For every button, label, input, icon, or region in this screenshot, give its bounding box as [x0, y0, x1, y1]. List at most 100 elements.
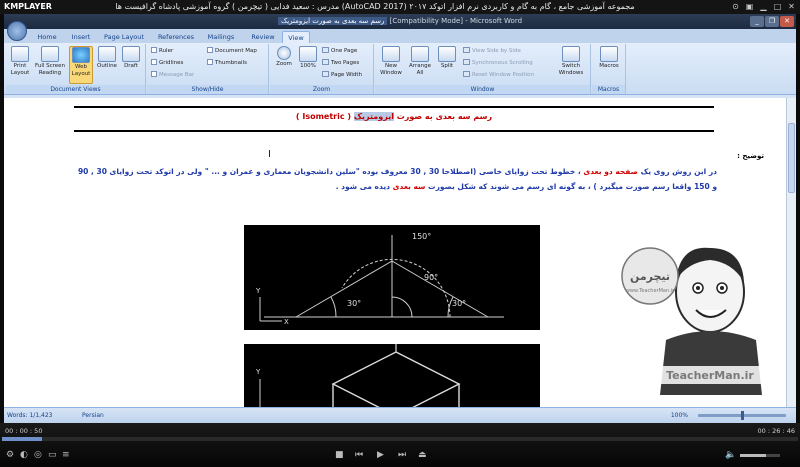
office-button[interactable] [7, 21, 27, 41]
language-indicator[interactable]: Persian [82, 408, 104, 423]
document-map-label: Document Map [215, 48, 257, 54]
volume-icon[interactable]: 🔈 [725, 448, 736, 462]
player-controls: 00 : 00 : 50 00 : 26 : 46 ⚙ ◐ ◎ ▭ ≡ ■ ⏮ … [0, 423, 800, 467]
group-label: Macros [592, 85, 625, 94]
player-logo[interactable]: KMPLAYER [4, 0, 52, 14]
cad-cube-svg: Y [255, 324, 461, 423]
synchronous-scrolling-label: Synchronous Scrolling [472, 60, 533, 66]
full-screen-reading-button[interactable]: Full Screen Reading [34, 46, 66, 77]
split-button[interactable]: Split [436, 46, 458, 70]
playlist-icon[interactable]: ≡ [62, 448, 70, 462]
group-macros: Macros Macros [592, 44, 626, 94]
new-window-button[interactable]: New Window [378, 46, 404, 77]
tab-home[interactable]: Home [32, 31, 62, 43]
zoom-level[interactable]: 100% [671, 408, 688, 423]
zoom-label: Zoom [276, 61, 292, 67]
para-segment-a: در این روش روی یک [640, 167, 717, 176]
view-side-by-side-button[interactable]: View Side by Side [463, 47, 521, 56]
document-page[interactable]: رسم سه بعدی به صورت ایزومتریک ( Isometri… [4, 98, 796, 423]
angle-30-left-label: 30° [347, 299, 361, 308]
axis-x-label: X [284, 318, 289, 326]
word-count[interactable]: Words: 1/1,423 [7, 408, 53, 423]
vr-icon[interactable]: ◎ [34, 448, 42, 462]
reset-window-position-button[interactable]: Reset Window Position [463, 71, 534, 80]
3d-icon[interactable]: ◐ [20, 448, 28, 462]
message-bar-checkbox[interactable]: Message Bar [151, 71, 194, 80]
ribbon-tabs: Home Insert Page Layout References Maili… [4, 21, 796, 43]
tab-review[interactable]: Review [247, 31, 279, 43]
para-red-b: سه بعدی [392, 182, 426, 191]
ribbon: Print Layout Full Screen Reading Web Lay… [4, 43, 796, 95]
group-label: Document Views [6, 85, 145, 94]
teacherman-watermark: تیچرمن www.TeacherMan.ir TeacherMan.ir [610, 230, 770, 400]
volume-slider[interactable] [740, 454, 780, 457]
zoom-slider[interactable] [698, 411, 786, 420]
pin-icon[interactable]: ⊙ [731, 2, 740, 11]
one-page-label: One Page [331, 48, 358, 54]
prev-icon[interactable]: ⏮ [355, 448, 363, 462]
arrange-all-icon [411, 46, 429, 62]
one-page-button[interactable]: One Page [322, 47, 357, 56]
eject-icon[interactable]: ⏏ [418, 448, 427, 462]
document-heading: رسم سه بعدی به صورت ایزومتریک ( Isometri… [74, 112, 714, 121]
maximize-icon[interactable]: □ [773, 2, 782, 11]
ruler-checkbox[interactable]: Ruler [151, 47, 173, 56]
skin-icon[interactable]: ▣ [745, 2, 754, 11]
heading-english: ( Isometric ) [295, 112, 352, 121]
page-width-button[interactable]: Page Width [322, 71, 362, 80]
group-show-hide: Ruler Gridlines Message Bar Document Map… [147, 44, 269, 94]
view-side-by-side-label: View Side by Side [472, 48, 521, 54]
thumbnails-checkbox[interactable]: Thumbnails [207, 59, 247, 68]
axis-y-label: Y [255, 287, 261, 295]
next-icon[interactable]: ⏭ [398, 448, 406, 462]
tab-view[interactable]: View [282, 31, 310, 43]
close-icon[interactable]: ✕ [780, 16, 794, 27]
zoom-100-icon [299, 46, 317, 62]
print-layout-button[interactable]: Print Layout [9, 46, 31, 77]
arrange-all-button[interactable]: Arrange All [406, 46, 434, 77]
switch-windows-label: Switch Windows [558, 63, 584, 76]
arrange-all-label: Arrange All [409, 63, 431, 76]
group-document-views: Print Layout Full Screen Reading Web Lay… [6, 44, 146, 94]
outline-icon [98, 46, 116, 62]
tab-references[interactable]: References [154, 31, 198, 43]
group-label: Show/Hide [147, 85, 268, 94]
gridlines-checkbox[interactable]: Gridlines [151, 59, 183, 68]
two-pages-button[interactable]: Two Pages [322, 59, 359, 68]
reset-window-position-label: Reset Window Position [472, 72, 534, 78]
draft-button[interactable]: Draft [120, 46, 142, 70]
settings-icon[interactable]: ⚙ [6, 448, 14, 462]
close-icon[interactable]: ✕ [787, 2, 796, 11]
angle-150-label: 150° [412, 232, 431, 241]
scroll-thumb[interactable] [788, 123, 795, 193]
minimize-icon[interactable]: _ [750, 16, 764, 27]
body-paragraph: در این روش روی یک صفحه دو بعدی ، خطوط تح… [72, 164, 717, 194]
stop-icon[interactable]: ■ [335, 448, 344, 462]
zoom-button[interactable]: Zoom [273, 46, 295, 68]
zoom-100-button[interactable]: 100% [297, 46, 319, 70]
zoom-slider-thumb[interactable] [741, 411, 744, 420]
document-map-checkbox[interactable]: Document Map [207, 47, 257, 56]
synchronous-scrolling-button[interactable]: Synchronous Scrolling [463, 59, 533, 68]
switch-windows-button[interactable]: Switch Windows [555, 46, 587, 77]
top-rule [74, 106, 714, 108]
vertical-scrollbar[interactable] [786, 98, 796, 407]
para-segment-c: دیده می شود . [335, 182, 390, 191]
restore-icon[interactable]: ❐ [765, 16, 779, 27]
tab-mailings[interactable]: Mailings [202, 31, 240, 43]
play-icon[interactable]: ▶ [377, 448, 384, 462]
seek-bar[interactable] [2, 437, 798, 441]
draft-label: Draft [124, 63, 138, 69]
group-label: Zoom [270, 85, 373, 94]
outline-button[interactable]: Outline [95, 46, 119, 70]
web-layout-button[interactable]: Web Layout [69, 46, 93, 84]
tab-insert[interactable]: Insert [66, 31, 96, 43]
macros-button[interactable]: Macros [596, 46, 622, 70]
tab-page-layout[interactable]: Page Layout [101, 31, 147, 43]
minimize-icon[interactable]: ▁ [759, 2, 768, 11]
heading-highlight: ایزومتریک [353, 112, 394, 121]
subtitle-icon[interactable]: ▭ [48, 448, 57, 462]
angle-30-right-label: 30° [452, 299, 466, 308]
macros-icon [600, 46, 618, 62]
window-title: [Compatibility Mode] - Microsoft Word [389, 17, 523, 25]
